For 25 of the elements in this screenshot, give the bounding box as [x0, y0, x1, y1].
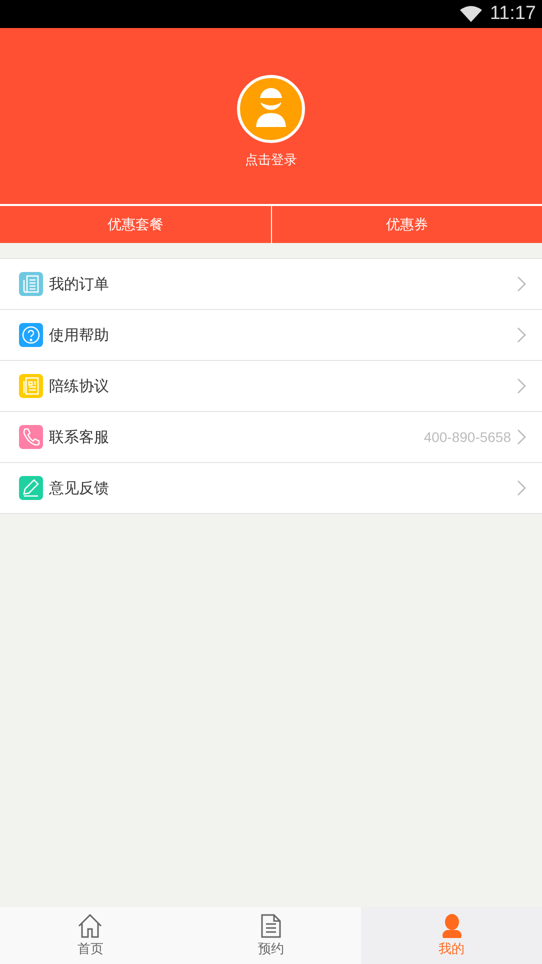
menu-label: 陪练协议	[49, 376, 110, 396]
menu-label: 联系客服	[49, 428, 110, 446]
chevron-right-icon	[517, 480, 526, 496]
home-icon	[78, 914, 102, 938]
login-link[interactable]: 点击登录	[245, 151, 297, 169]
clock-time: 11:17	[490, 3, 536, 25]
menu-label: 使用帮助	[49, 326, 110, 344]
promo-tab[interactable]: 优惠券	[270, 206, 542, 243]
person-icon	[442, 914, 462, 938]
chevron-right-icon	[517, 276, 526, 292]
menu-item[interactable]: 意见反馈	[0, 462, 542, 513]
promo-tab[interactable]: 优惠套餐	[0, 206, 270, 243]
menu-item[interactable]: 联系客服 400-890-5658	[0, 411, 542, 462]
chevron-right-icon	[517, 327, 526, 343]
menu-label: 意见反馈	[49, 478, 110, 498]
phone-number: 400-890-5658	[424, 429, 511, 445]
menu-item[interactable]: 使用帮助	[0, 309, 542, 360]
menu-label: 我的订单	[49, 274, 110, 294]
menu-item[interactable]: 我的订单	[0, 259, 542, 309]
chevron-right-icon	[517, 378, 526, 394]
document-icon	[260, 914, 282, 938]
menu-item[interactable]: 陪练协议	[0, 360, 542, 411]
chevron-right-icon	[517, 429, 526, 445]
wifi-icon	[460, 6, 482, 22]
avatar-icon[interactable]	[237, 75, 305, 143]
